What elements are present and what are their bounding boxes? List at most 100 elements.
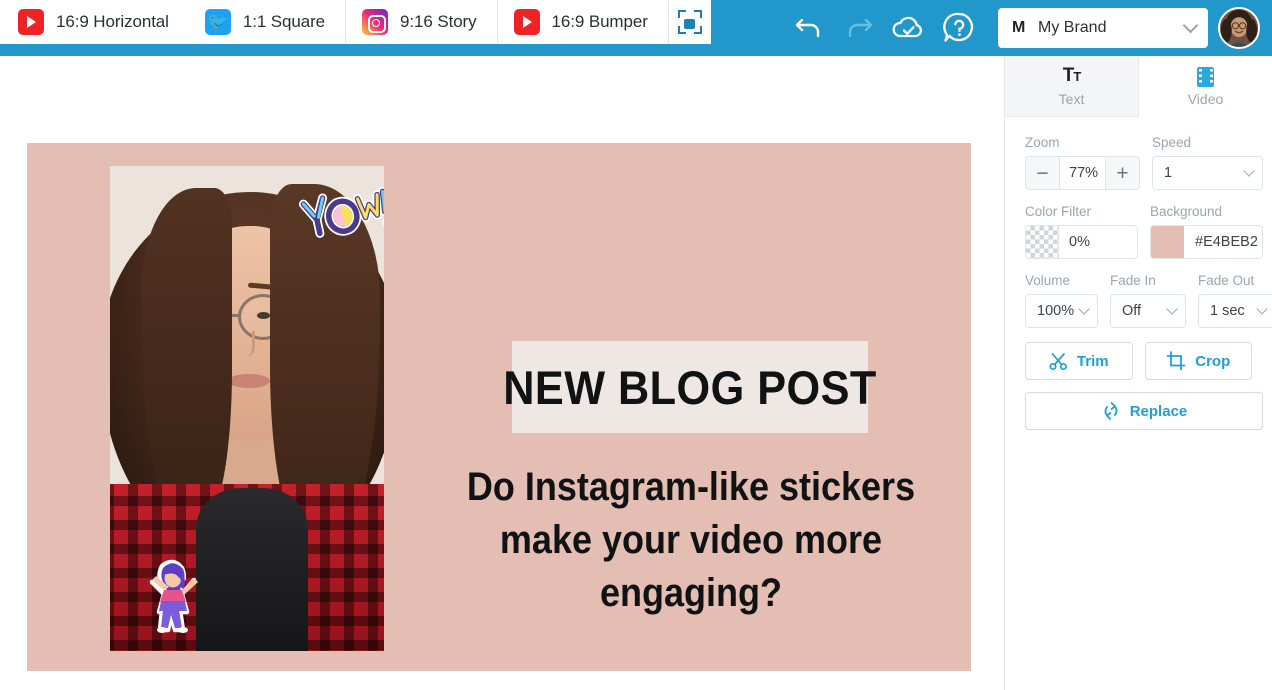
filter-background-row: Color Filter 0% Background #E4BEB2 [1025,204,1263,259]
zoom-value[interactable]: 77% [1060,157,1105,189]
brand-initial: M [1012,19,1026,36]
crop-icon [1166,351,1186,371]
speed-value: 1 [1164,165,1173,181]
video-clip[interactable] [110,166,384,651]
fade-out-select[interactable]: 1 sec [1198,294,1272,328]
subject-nose [241,331,255,357]
crop-label: Crop [1195,352,1231,370]
background-color-swatch[interactable] [1151,226,1184,258]
replace-label: Replace [1129,402,1188,420]
fade-out-label: Fade Out [1198,273,1255,288]
title-text-block[interactable]: NEW BLOG POST [503,341,876,433]
expand-icon [677,10,702,34]
expand-formats-button[interactable] [668,0,711,44]
zoom-increase-button[interactable]: + [1105,157,1139,189]
speed-label: Speed [1152,135,1192,150]
chevron-down-icon [1243,165,1255,177]
zoom-decrease-button[interactable]: − [1026,157,1060,189]
dancing-figure-sticker[interactable] [142,554,204,636]
subtitle-text-block[interactable]: Do Instagram-like stickers make your vid… [453,461,928,620]
zoom-stepper[interactable]: − 77% + [1025,156,1140,190]
volume-select[interactable]: 100% [1025,294,1098,328]
scissors-icon [1049,352,1067,370]
trim-crop-row: Trim Crop [1025,342,1252,380]
zoom-label: Zoom [1025,135,1060,150]
help-circle-icon [943,12,974,42]
color-filter-value: 0% [1069,234,1090,250]
fade-in-select[interactable]: Off [1110,294,1186,328]
tab-video[interactable]: Video [1139,56,1272,117]
background-color-input[interactable]: #E4BEB2 [1150,225,1263,259]
fade-in-field: Fade In Off [1110,273,1186,328]
panel-tab-strip: TT Text Video [1005,56,1272,117]
cloud-check-icon [892,16,923,38]
color-filter-select[interactable]: 0% [1025,225,1138,259]
format-tab-label: 1:1 Square [242,12,326,31]
fade-in-value: Off [1122,303,1142,319]
crop-button[interactable]: Crop [1144,342,1252,380]
transparent-swatch [1026,226,1059,258]
zoom-field: Zoom − 77% + [1025,135,1140,190]
editor-workspace: NEW BLOG POST Do Instagram-like stickers… [0,56,1004,690]
speed-select[interactable]: 1 [1152,156,1263,190]
format-tab-label: 9:16 Story [400,12,477,31]
format-tab-label: 16:9 Horizontal [56,12,169,31]
design-canvas[interactable]: NEW BLOG POST Do Instagram-like stickers… [27,143,971,671]
replace-button[interactable]: Replace [1025,392,1263,430]
undo-button[interactable] [784,5,834,51]
background-field: Background #E4BEB2 [1150,204,1263,259]
format-tab-16-9-bumper[interactable]: 16:9 Bumper [497,0,669,44]
background-color-value[interactable]: #E4BEB2 [1184,234,1258,250]
tab-video-label: Video [1187,90,1224,107]
subject-hair-left [142,188,232,518]
chevron-down-icon [1182,17,1199,34]
trim-label: Trim [1076,352,1109,370]
film-strip-icon [1197,66,1214,87]
color-filter-label: Color Filter [1025,204,1092,219]
audio-row: Volume 100% Fade In Off Fade Out 1 sec [1025,273,1272,328]
redo-button[interactable] [834,5,884,51]
text-format-icon: TT [1062,64,1082,86]
format-tab-9-16-story[interactable]: 9:16 Story [346,0,498,44]
fade-out-field: Fade Out 1 sec [1198,273,1272,328]
zoom-speed-row: Zoom − 77% + Speed 1 [1025,135,1263,190]
format-tab-16-9-horizontal[interactable]: 16:9 Horizontal [0,0,189,44]
chevron-down-icon [1256,303,1268,315]
fade-in-label: Fade In [1110,273,1156,288]
user-avatar[interactable] [1218,7,1260,49]
subject-inner-top [196,488,308,651]
help-button[interactable] [934,5,984,51]
tab-text-label: Text [1058,90,1085,107]
subject-lips [228,374,270,388]
top-bar: 16:9 Horizontal 1:1 Square 9:16 Story 16… [0,0,1272,56]
save-status-button[interactable] [884,5,934,51]
format-tab-strip: 16:9 Horizontal 1:1 Square 9:16 Story 16… [0,0,711,44]
brand-selector[interactable]: M My Brand [998,8,1208,48]
chevron-down-icon [1078,303,1090,315]
tab-text[interactable]: TT Text [1005,56,1139,117]
properties-panel: TT Text Video Zoom − 77% + Speed 1 Color… [1004,56,1272,690]
color-filter-field: Color Filter 0% [1025,204,1138,259]
trim-button[interactable]: Trim [1025,342,1133,380]
yow-sticker[interactable] [295,180,384,254]
volume-value: 100% [1037,303,1075,319]
format-tab-1-1-square[interactable]: 1:1 Square [188,0,347,44]
top-bar-actions: M My Brand [784,0,1272,56]
fade-out-value: 1 sec [1210,303,1245,319]
brand-name: My Brand [1038,19,1107,36]
subtitle-line-2: make your video more engaging? [499,518,883,615]
chevron-down-icon [1166,303,1178,315]
youtube-icon [513,9,540,35]
speed-field: Speed 1 [1152,135,1263,190]
redo-icon [848,18,873,38]
format-tab-label: 16:9 Bumper [551,12,648,31]
panel-body: Zoom − 77% + Speed 1 Color Filter 0% Bac… [1005,117,1272,430]
volume-label: Volume [1025,273,1071,288]
youtube-icon [18,9,44,35]
avatar-photo [1220,9,1258,47]
title-text: NEW BLOG POST [503,360,877,414]
volume-field: Volume 100% [1025,273,1098,328]
twitter-icon [204,9,231,35]
instagram-icon [362,9,389,35]
background-label: Background [1150,204,1223,219]
